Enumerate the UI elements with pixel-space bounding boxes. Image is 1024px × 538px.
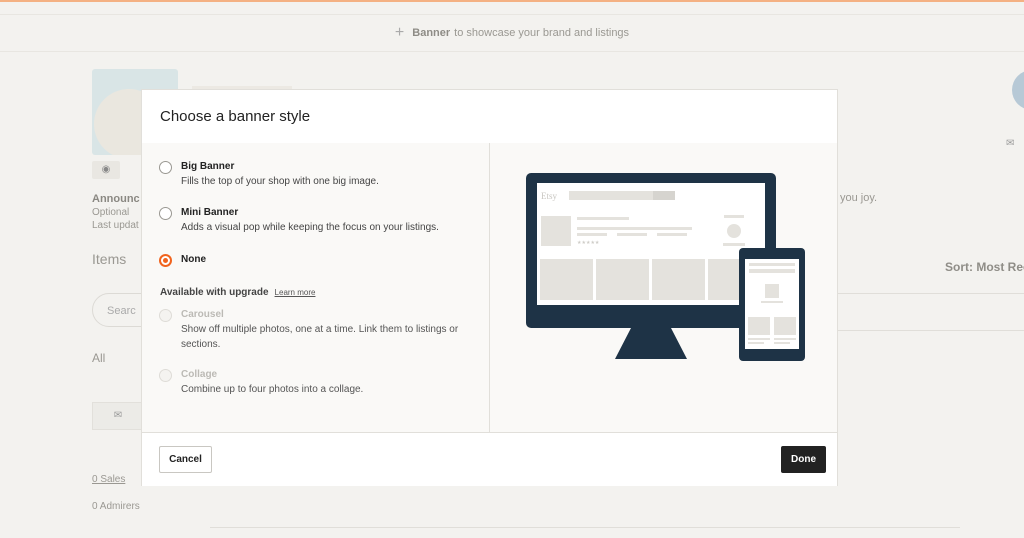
option-description: Combine up to four photos into a collage… [181,384,364,395]
optional-label: Optional [92,207,130,218]
admirers-count: 0 Admirers [92,501,140,512]
modal-body: Big Banner Fills the top of your shop wi… [142,143,837,432]
banner-preview-pane: Etsy ★★★★★ [491,143,837,432]
device-preview-illustration: Etsy ★★★★★ [526,173,805,361]
cancel-button[interactable]: Cancel [159,446,212,473]
about-text-fragment: you joy. [840,192,878,204]
upgrade-heading: Available with upgrade Learn more [160,287,315,298]
monitor-stand [615,328,687,359]
preview-logo: Etsy [541,191,558,201]
banner-prompt-bold: Banner [412,27,451,39]
modal-title: Choose a banner style [160,108,311,125]
option-carousel: Carousel Show off multiple photos, one a… [159,308,471,352]
upgrade-heading-text: Available with upgrade [160,287,269,298]
preview-listing [540,259,593,300]
divider [838,330,1024,331]
preview-listing [596,259,649,300]
done-button[interactable]: Done [781,446,826,473]
divider [838,293,1024,294]
option-title: Mini Banner [181,207,239,218]
option-title: Carousel [181,309,224,320]
section-all[interactable]: All [92,351,105,365]
modal-header: Choose a banner style [142,90,837,144]
avatar[interactable] [1012,70,1024,110]
option-big-banner[interactable]: Big Banner Fills the top of your shop wi… [159,160,379,189]
camera-icon[interactable]: ◉ [92,161,120,179]
option-collage: Collage Combine up to four photos into a… [159,368,363,397]
plus-icon: + [394,24,405,41]
learn-more-link[interactable]: Learn more [275,288,316,297]
last-updated-label: Last updat [92,220,139,231]
preview-listing [652,259,705,300]
banner-options-pane: Big Banner Fills the top of your shop wi… [142,143,490,432]
option-title: Collage [181,369,218,380]
banner-prompt-text: to showcase your brand and listings [454,27,630,39]
top-accent-line [0,0,1024,2]
add-banner-row[interactable]: + Banner to showcase your brand and list… [0,14,1024,52]
collage-radio [159,369,172,382]
option-none[interactable]: None [159,253,206,267]
divider [210,527,960,528]
sales-link[interactable]: 0 Sales [92,474,125,485]
mail-icon[interactable]: ✉ [1006,138,1014,149]
option-title: None [181,254,206,265]
items-heading: Items [92,251,127,267]
carousel-radio [159,309,172,322]
mini-banner-radio[interactable] [159,207,172,220]
option-description: Fills the top of your shop with one big … [181,176,379,187]
option-title: Big Banner [181,161,235,172]
svg-text:★★★★★: ★★★★★ [577,240,600,246]
option-mini-banner[interactable]: Mini Banner Adds a visual pop while keep… [159,206,439,235]
banner-style-modal: Choose a banner style Big Banner Fills t… [141,89,838,486]
option-description: Adds a visual pop while keeping the focu… [181,222,439,233]
option-description: Show off multiple photos, one at a time.… [181,324,459,350]
none-radio[interactable] [159,254,172,267]
sort-dropdown[interactable]: Sort: Most Rec [945,260,1024,274]
announcement-label: Announc [92,193,140,205]
big-banner-radio[interactable] [159,161,172,174]
modal-footer: Cancel Done [142,432,837,486]
message-icon[interactable]: ✉ [92,402,144,430]
